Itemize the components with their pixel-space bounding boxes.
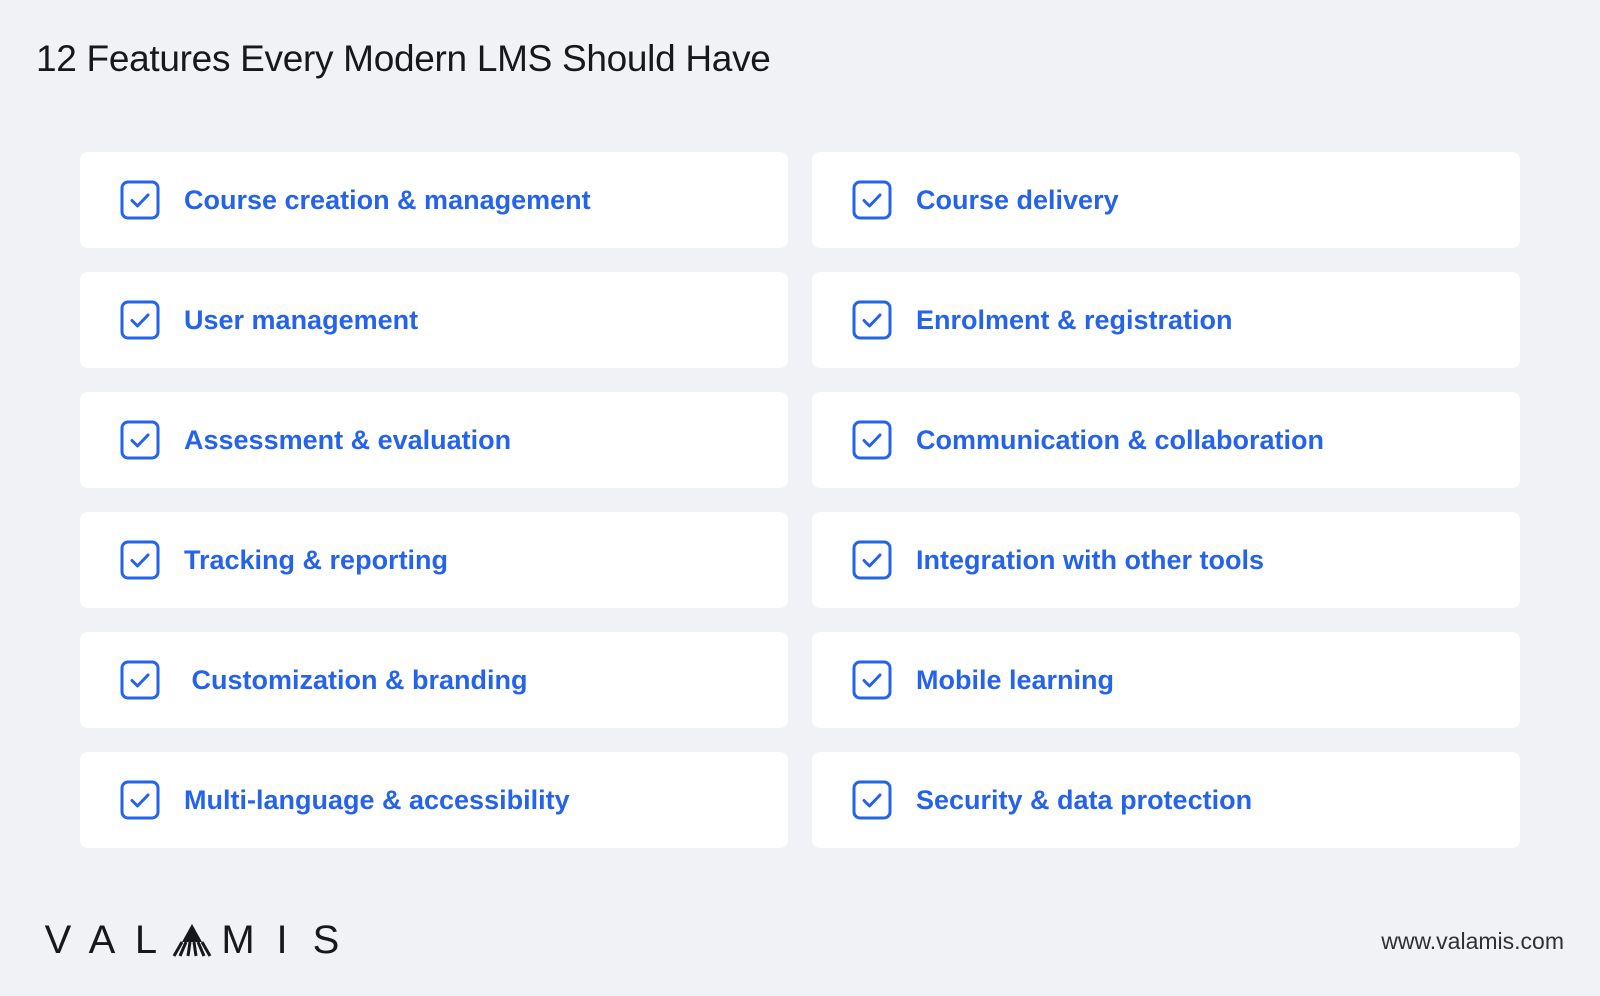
feature-card: Enrolment & registration [812,272,1520,368]
logo-letter: V [44,918,72,962]
feature-card: Multi-language & accessibility [80,752,788,848]
feature-label: Enrolment & registration [916,304,1233,335]
feature-label: Multi-language & accessibility [184,784,570,815]
feature-card: Integration with other tools [812,512,1520,608]
feature-card: Course delivery [812,152,1520,248]
valamis-logo: V A L M I S [36,918,348,962]
feature-card: Assessment & evaluation [80,392,788,488]
feature-card: User management [80,272,788,368]
feature-card: Security & data protection [812,752,1520,848]
website-link[interactable]: www.valamis.com [1381,928,1564,955]
logo-letter: A [88,918,116,962]
checkbox-checked-icon [120,540,160,580]
feature-label: Mobile learning [916,664,1115,695]
feature-card: Tracking & reporting [80,512,788,608]
logo-letter: M [221,918,255,962]
feature-label: Communication & collaboration [916,424,1325,455]
checkbox-checked-icon [852,780,892,820]
features-grid: Course creation & management Course deliv… [80,152,1520,848]
feature-label: Tracking & reporting [184,544,449,575]
page-title: 12 Features Every Modern LMS Should Have [36,38,771,79]
logo-letter: S [312,918,340,962]
feature-label: Assessment & evaluation [184,424,512,455]
checkbox-checked-icon [852,420,892,460]
checkbox-checked-icon [120,780,160,820]
feature-card: Communication & collaboration [812,392,1520,488]
logo-letter: I [276,918,288,962]
checkbox-checked-icon [852,180,892,220]
feature-label: User management [184,304,419,335]
checkbox-checked-icon [852,300,892,340]
feature-label: Customization & branding [184,664,528,695]
feature-card: Customization & branding [80,632,788,728]
checkbox-checked-icon [120,660,160,700]
feature-card: Mobile learning [812,632,1520,728]
checkbox-checked-icon [120,300,160,340]
feature-label: Integration with other tools [916,544,1264,575]
checkbox-checked-icon [852,660,892,700]
feature-label: Security & data protection [916,784,1253,815]
feature-card: Course creation & management [80,152,788,248]
logo-letter: L [134,918,158,962]
feature-label: Course creation & management [184,184,591,215]
checkbox-checked-icon [120,180,160,220]
checkbox-checked-icon [120,420,160,460]
logo-a-mark-icon [172,924,212,957]
feature-label: Course delivery [916,184,1119,215]
checkbox-checked-icon [852,540,892,580]
